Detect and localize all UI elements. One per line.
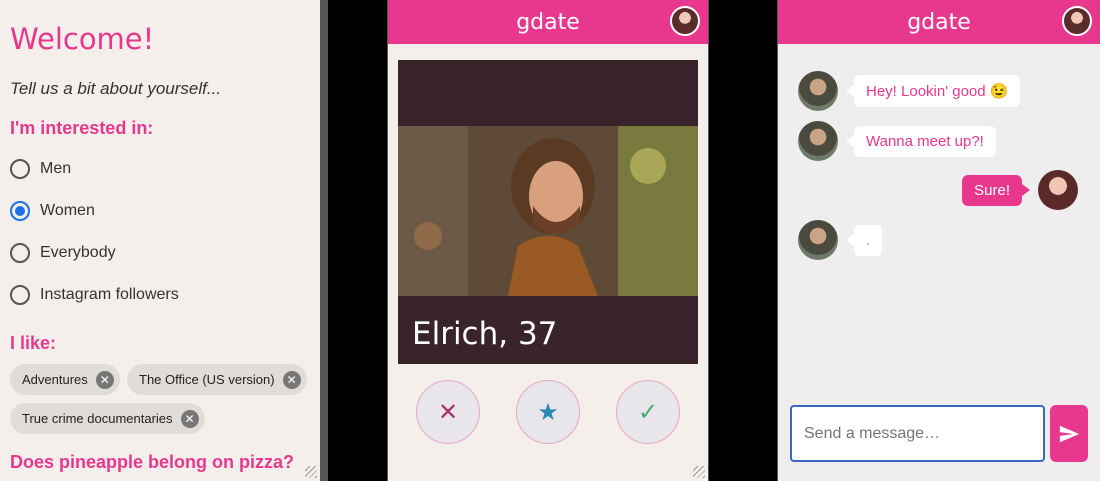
send-icon [1059,425,1080,442]
sender-avatar [798,220,838,260]
checkmark-icon: ✓ [637,398,659,426]
interested-heading: I'm interested in: [10,118,154,138]
chip-the-office: The Office (US version) ✕ [127,364,307,395]
close-icon[interactable]: ✕ [180,409,199,428]
intro-text: Tell us a bit about yourself... [10,79,222,98]
swipe-panel: gdate Elrich, 37 ✕ ★ ✓ [387,0,709,481]
app-title: gdate [907,9,971,35]
radio-button[interactable] [10,285,30,305]
radio-button-selected[interactable] [10,201,30,221]
pizza-question: Does pineapple belong on pizza? [10,452,295,472]
chip-label: True crime documentaries [22,411,173,426]
radio-women[interactable]: Women [10,201,95,221]
message-input[interactable] [790,405,1045,462]
radio-men[interactable]: Men [10,159,71,179]
resize-grip-icon[interactable] [305,466,317,478]
sender-avatar [798,121,838,161]
app-title: gdate [516,9,580,35]
reject-button[interactable]: ✕ [416,380,480,444]
message-received: Hey! Lookin' good 😉 [798,71,1021,111]
like-button[interactable]: ✓ [616,380,680,444]
message-bubble: Sure! [962,174,1030,206]
close-icon[interactable]: ✕ [282,370,301,389]
star-icon: ★ [537,398,559,426]
chip-adventures: Adventures ✕ [10,364,120,395]
close-icon: ✕ [437,398,459,426]
radio-label: Everybody [40,244,116,261]
chip-label: Adventures [22,372,88,387]
radio-button[interactable] [10,243,30,263]
profile-photo-illustration [398,126,698,296]
message-received: Wanna meet up?! [798,121,996,161]
message-received-typing: . [798,220,883,260]
message-bubble: . [845,224,883,256]
sender-avatar [798,71,838,111]
app-bar: gdate [778,0,1100,44]
chip-true-crime: True crime documentaries ✕ [10,403,205,434]
profile-card[interactable]: Elrich, 37 [398,60,698,364]
profile-photo [398,126,698,296]
message-bubble: Hey! Lookin' good 😉 [845,75,1021,107]
my-avatar [1038,170,1078,210]
close-icon[interactable]: ✕ [95,370,114,389]
message-sent: Sure! [962,170,1078,210]
user-avatar[interactable] [670,6,700,36]
app-bar: gdate [388,0,708,44]
chat-panel: gdate Hey! Lookin' good 😉 Wanna meet up?… [777,0,1100,481]
radio-button[interactable] [10,159,30,179]
chip-label: The Office (US version) [139,372,275,387]
profile-name-age: Elrich, 37 [412,316,558,352]
like-heading: I like: [10,333,57,353]
radio-everybody[interactable]: Everybody [10,243,116,263]
send-button[interactable] [1050,405,1088,462]
message-bubble: Wanna meet up?! [846,125,996,157]
radio-label: Men [40,160,72,177]
user-avatar[interactable] [1062,6,1092,36]
radio-instagram-followers[interactable]: Instagram followers [10,285,179,305]
resize-grip-icon[interactable] [693,466,705,478]
super-like-button[interactable]: ★ [516,380,580,444]
welcome-title: Welcome! [10,22,155,56]
panel-gap [709,0,777,481]
profile-panel: Welcome! Tell us a bit about yourself...… [0,0,320,481]
radio-label: Instagram followers [40,286,179,303]
radio-label: Women [40,202,95,219]
panel-divider [320,0,328,481]
